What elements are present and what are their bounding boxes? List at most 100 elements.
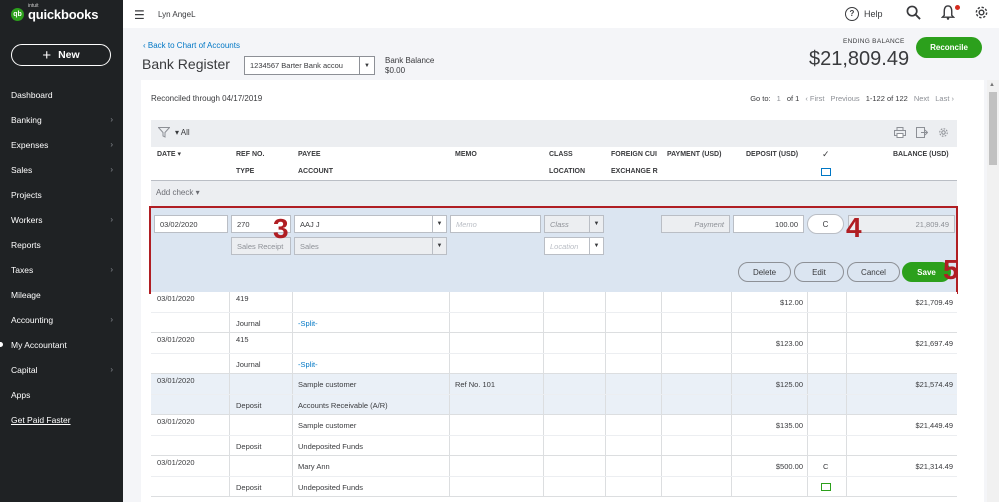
row-type: Deposit bbox=[236, 442, 262, 451]
sidebar-item-dashboard[interactable]: Dashboard bbox=[0, 82, 123, 107]
bank-balance-value: $0.00 bbox=[385, 66, 406, 75]
vertical-scrollbar[interactable]: ▲ bbox=[987, 80, 999, 502]
attachment-icon[interactable] bbox=[821, 483, 831, 491]
row-account: -Split- bbox=[298, 360, 318, 369]
add-check-dropdown[interactable]: Add check ▾ bbox=[156, 188, 200, 197]
add-check-row bbox=[151, 181, 957, 208]
row-balance: $21,697.49 bbox=[915, 339, 953, 348]
hamburger-menu-icon[interactable]: ☰ bbox=[134, 8, 145, 22]
sidebar-item-my-accountant[interactable]: My Accountant bbox=[0, 332, 123, 357]
row-account: -Split- bbox=[298, 319, 318, 328]
sidebar-item-mileage[interactable]: Mileage bbox=[0, 282, 123, 307]
row-deposit: $123.00 bbox=[775, 339, 803, 348]
sidebar-item-label: Banking bbox=[11, 114, 42, 125]
top-bar: ☰ Lyn AngeL ? Help bbox=[123, 0, 999, 28]
chevron-right-icon: › bbox=[110, 265, 113, 274]
record-range: 1-122 of 122 bbox=[865, 94, 908, 103]
bank-balance-label: Bank Balance bbox=[385, 56, 435, 65]
new-button-label: New bbox=[58, 49, 80, 61]
chevron-right-icon: › bbox=[110, 315, 113, 324]
page-header: ‹ Back to Chart of Accounts Bank Registe… bbox=[123, 28, 999, 80]
intuit-label: intuit bbox=[28, 3, 39, 9]
sidebar-item-projects[interactable]: Projects bbox=[0, 182, 123, 207]
filter-bar: ▾ All bbox=[151, 120, 957, 147]
sidebar-item-label: Apps bbox=[11, 389, 31, 400]
row-divider bbox=[151, 312, 957, 313]
bank-balance: Bank Balance $0.00 bbox=[385, 56, 434, 76]
back-to-chart-link[interactable]: ‹ Back to Chart of Accounts bbox=[143, 41, 240, 50]
sidebar-item-label: Reports bbox=[11, 239, 41, 250]
goto-label: Go to: bbox=[750, 94, 771, 103]
help-button[interactable]: ? Help bbox=[845, 7, 883, 21]
sidebar-item-capital[interactable]: Capital › bbox=[0, 357, 123, 382]
pagination: Go to: 1 of 1 ‹ First Previous 1-122 of … bbox=[750, 94, 954, 103]
row-date: 03/01/2020 bbox=[157, 335, 195, 344]
sidebar-item-get-paid-faster[interactable]: Get Paid Faster bbox=[0, 407, 123, 432]
account-select[interactable]: 1234567 Barter Bank accou ▼ bbox=[244, 56, 375, 75]
settings-gear-icon[interactable] bbox=[938, 127, 949, 141]
sidebar-item-reports[interactable]: Reports bbox=[0, 232, 123, 257]
page-title: Bank Register bbox=[142, 56, 230, 72]
sidebar-item-expenses[interactable]: Expenses › bbox=[0, 132, 123, 157]
gear-icon[interactable] bbox=[974, 5, 989, 23]
sidebar-item-banking[interactable]: Banking › bbox=[0, 107, 123, 132]
row-deposit: $135.00 bbox=[775, 421, 803, 430]
company-name[interactable]: Lyn AngeL bbox=[158, 10, 196, 19]
row-account: Accounts Receivable (A/R) bbox=[298, 401, 388, 410]
row-divider bbox=[151, 435, 957, 436]
sidebar-item-label: Expenses bbox=[11, 139, 49, 150]
previous-page-link[interactable]: Previous bbox=[831, 94, 860, 103]
col-cleared: ✓ bbox=[822, 149, 830, 159]
print-icon[interactable] bbox=[894, 127, 906, 141]
sidebar-item-apps[interactable]: Apps bbox=[0, 382, 123, 407]
sidebar-item-label: Sales bbox=[11, 164, 33, 175]
filter-dropdown[interactable]: ▾ All bbox=[175, 128, 190, 137]
notification-bell-icon[interactable] bbox=[940, 5, 956, 23]
sidebar-item-sales[interactable]: Sales › bbox=[0, 157, 123, 182]
goto-page-input[interactable]: 1 bbox=[777, 94, 781, 103]
scroll-up-arrow-icon[interactable]: ▲ bbox=[989, 82, 995, 88]
sidebar-nav: Dashboard Banking › Expenses › Sales › Projects… bbox=[0, 82, 123, 432]
col-location: LOCATION bbox=[549, 168, 586, 175]
export-icon[interactable] bbox=[916, 127, 929, 141]
row-divider bbox=[151, 476, 957, 477]
reconcile-button[interactable]: Reconcile bbox=[916, 37, 982, 58]
col-payment: PAYMENT (USD) bbox=[667, 151, 722, 158]
sidebar-item-accounting[interactable]: Accounting › bbox=[0, 307, 123, 332]
search-icon[interactable] bbox=[906, 5, 921, 23]
chevron-right-icon: › bbox=[110, 365, 113, 374]
row-date: 03/01/2020 bbox=[157, 294, 195, 303]
of-pages: of 1 bbox=[786, 94, 800, 103]
col-foreign-currency: FOREIGN CUI bbox=[611, 151, 657, 158]
filter-funnel-icon[interactable] bbox=[157, 127, 171, 141]
first-page-link[interactable]: ‹ First bbox=[805, 94, 824, 103]
row-account: Undeposited Funds bbox=[298, 483, 364, 492]
chevron-right-icon: › bbox=[110, 215, 113, 224]
row-balance: $21,314.49 bbox=[915, 462, 953, 471]
last-page-link[interactable]: Last › bbox=[935, 94, 954, 103]
chevron-right-icon: › bbox=[110, 140, 113, 149]
col-balance: BALANCE (USD) bbox=[893, 151, 949, 158]
sidebar-item-label: Workers bbox=[11, 214, 43, 225]
plus-icon: + bbox=[42, 46, 52, 64]
row-date: 03/01/2020 bbox=[157, 458, 195, 467]
quickbooks-label: quickbooks bbox=[28, 7, 99, 22]
sidebar-item-label: Capital bbox=[11, 364, 38, 375]
notification-badge bbox=[955, 5, 960, 10]
cleared-column-icon bbox=[821, 168, 831, 176]
scroll-thumb[interactable] bbox=[989, 92, 997, 165]
sidebar-item-taxes[interactable]: Taxes › bbox=[0, 257, 123, 282]
ending-balance-value: $21,809.49 bbox=[809, 48, 910, 70]
chevron-right-icon: › bbox=[110, 115, 113, 124]
next-page-link[interactable]: Next bbox=[914, 94, 929, 103]
help-label: Help bbox=[864, 9, 883, 19]
row-payee: Sample customer bbox=[298, 421, 357, 430]
row-divider bbox=[151, 394, 957, 395]
col-memo: MEMO bbox=[455, 151, 477, 158]
quickbooks-logo[interactable]: qb intuit quickbooks bbox=[11, 3, 99, 22]
new-button[interactable]: + New bbox=[11, 44, 111, 66]
row-payee: Sample customer bbox=[298, 380, 357, 389]
sidebar-item-workers[interactable]: Workers › bbox=[0, 207, 123, 232]
row-memo: Ref No. 101 bbox=[455, 380, 496, 389]
col-date[interactable]: DATE ▾ bbox=[157, 147, 181, 162]
